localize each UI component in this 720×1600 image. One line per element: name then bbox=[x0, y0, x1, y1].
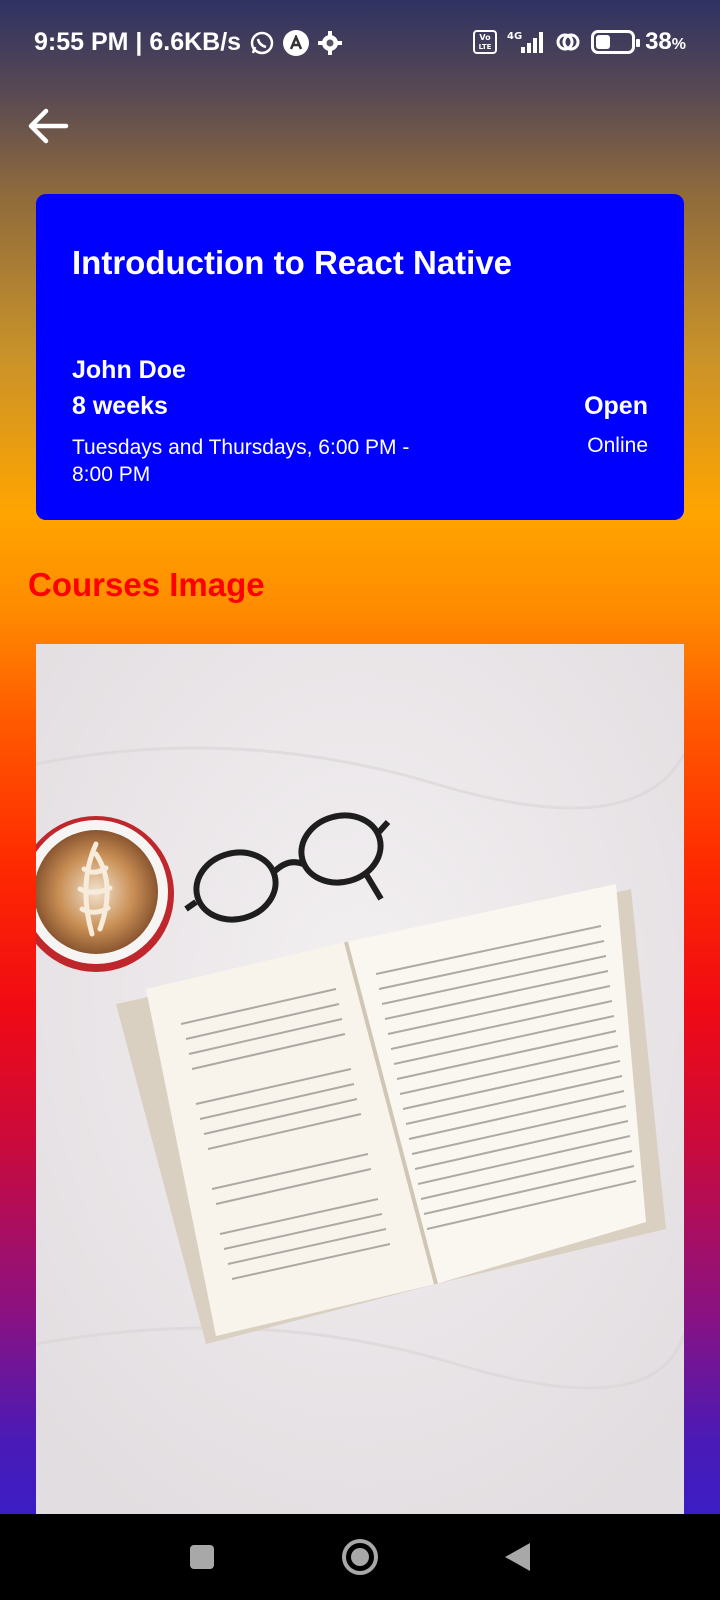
navigation-bar bbox=[0, 1514, 720, 1600]
volte-icon: Vo LTE bbox=[473, 30, 498, 54]
course-schedule: Tuesdays and Thursdays, 6:00 PM - 8:00 P… bbox=[72, 436, 410, 486]
course-duration: 8 weeks bbox=[72, 392, 168, 420]
back-triangle-icon bbox=[505, 1543, 530, 1571]
svg-text:LTE: LTE bbox=[479, 43, 492, 51]
arrow-left-icon bbox=[28, 108, 69, 144]
battery-level: 38% bbox=[645, 28, 686, 55]
recent-apps-button[interactable] bbox=[179, 1534, 225, 1580]
gear-icon bbox=[317, 30, 343, 56]
status-time-speed: 9:55 PM | 6.6KB/s bbox=[34, 28, 242, 56]
svg-text:4G: 4G bbox=[507, 31, 522, 42]
back-button[interactable] bbox=[22, 100, 74, 152]
course-photo bbox=[36, 644, 684, 1514]
whatsapp-icon bbox=[249, 30, 275, 56]
status-right: Vo LTE 4G 38% bbox=[473, 28, 686, 56]
home-circle-icon bbox=[342, 1539, 378, 1575]
course-image bbox=[36, 644, 684, 1514]
course-instructor: John Doe bbox=[72, 356, 186, 384]
course-card: Introduction to React Native John Doe 8 … bbox=[36, 194, 684, 520]
course-mode: Online bbox=[587, 434, 648, 457]
square-icon bbox=[190, 1545, 214, 1569]
status-left: 9:55 PM | 6.6KB/s bbox=[34, 28, 343, 57]
back-nav-button[interactable] bbox=[494, 1534, 540, 1580]
status-bar: 9:55 PM | 6.6KB/s Vo LTE 4G 38% bbox=[0, 0, 720, 84]
home-button[interactable] bbox=[337, 1534, 383, 1580]
sync-icon bbox=[555, 29, 581, 55]
course-title: Introduction to React Native bbox=[72, 244, 513, 281]
battery-icon bbox=[591, 30, 641, 54]
svg-text:Vo: Vo bbox=[479, 33, 491, 42]
course-status: Open bbox=[584, 392, 648, 420]
app-notification-icon bbox=[283, 29, 310, 56]
signal-icon: 4G bbox=[507, 29, 545, 55]
courses-image-title: Courses Image bbox=[28, 566, 265, 603]
